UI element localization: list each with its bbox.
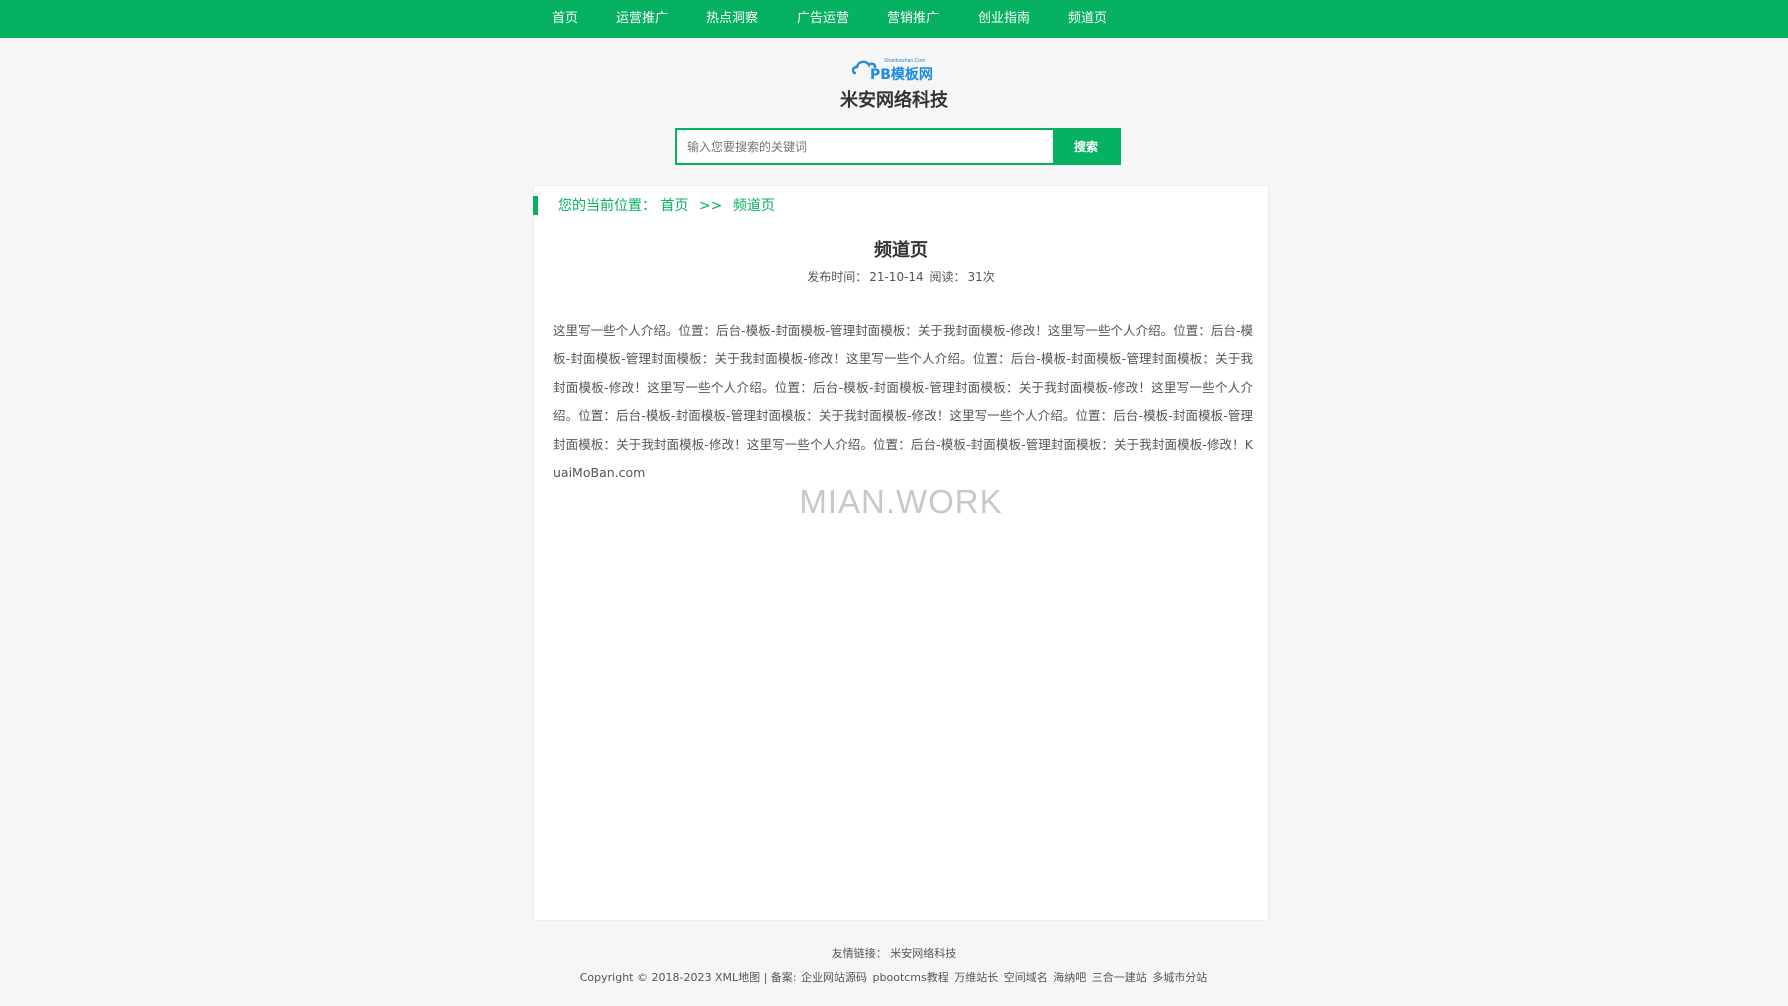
nav-item-operation-promotion[interactable]: 运营推广 <box>616 0 668 38</box>
friend-links-label: 友情链接： <box>831 947 887 960</box>
copyright-text: Copyright © 2018-2023 XML地图 | 备案: <box>579 971 797 984</box>
footer-link[interactable]: pbootcms教程 <box>873 971 949 984</box>
footer-link[interactable]: 三合一建站 <box>1092 971 1147 984</box>
copyright-bar: Copyright © 2018-2023 XML地图 | 备案: 企业网站源码… <box>0 969 1788 985</box>
footer-link[interactable]: 海纳吧 <box>1053 971 1086 984</box>
logo-main-text: PB模板网 <box>870 66 933 82</box>
nav-item-startup-guide[interactable]: 创业指南 <box>978 0 1030 38</box>
breadcrumb-prefix: 您的当前位置： <box>558 198 656 214</box>
nav-item-marketing-promotion[interactable]: 营销推广 <box>887 0 939 38</box>
content-panel: 您的当前位置： 首页 >> 频道页 频道页 发布时间： 21-10-14 阅读： 3… <box>533 185 1269 921</box>
breadcrumb-accent-bar <box>533 196 538 215</box>
footer-link[interactable]: 企业网站源码 <box>801 971 867 984</box>
article-body: 这里写一些个人介绍。位置：后台-模板-封面模板-管理封面模板：关于我封面模板-修… <box>553 323 1253 481</box>
read-label: 阅读： <box>929 270 966 284</box>
footer-link[interactable]: 多城市分站 <box>1152 971 1207 984</box>
read-count: 31次 <box>967 270 995 284</box>
site-logo[interactable]: Shanbeizhan.Com PB模板网 <box>851 56 936 83</box>
friend-links: 友情链接： 米安网络科技 <box>0 945 1788 961</box>
breadcrumb-current-link[interactable]: 频道页 <box>733 198 775 214</box>
breadcrumb-separator: >> <box>698 198 723 214</box>
logo-small-text: Shanbeizhan.Com <box>884 58 925 64</box>
article-meta: 发布时间： 21-10-14 阅读： 31次 <box>534 268 1268 285</box>
footer-link[interactable]: 万维站长 <box>954 971 998 984</box>
site-name: 米安网络科技 <box>840 90 948 111</box>
logo-cloud-icon: Shanbeizhan.Com PB模板网 <box>851 58 933 83</box>
search-button[interactable]: 搜索 <box>1053 130 1119 163</box>
footer-link[interactable]: 空间域名 <box>1004 971 1048 984</box>
search-form: 搜索 <box>675 128 1121 165</box>
breadcrumb-home-link[interactable]: 首页 <box>660 198 688 214</box>
publish-label: 发布时间： <box>807 270 868 284</box>
watermark-text: MIAN.WORK <box>799 483 1003 520</box>
nav-item-home[interactable]: 首页 <box>552 0 578 38</box>
article-title: 频道页 <box>874 240 928 261</box>
top-nav-bar: 首页 运营推广 热点洞察 广告运营 营销推广 创业指南 频道页 <box>0 0 1788 38</box>
nav-item-ad-operation[interactable]: 广告运营 <box>797 0 849 38</box>
nav-item-hot-insights[interactable]: 热点洞察 <box>706 0 758 38</box>
search-input[interactable] <box>677 130 1053 163</box>
publish-date: 21-10-14 <box>869 270 924 284</box>
nav-item-channel-page[interactable]: 频道页 <box>1068 0 1107 38</box>
breadcrumb: 您的当前位置： 首页 >> 频道页 <box>558 194 775 218</box>
friend-link[interactable]: 米安网络科技 <box>890 947 956 960</box>
